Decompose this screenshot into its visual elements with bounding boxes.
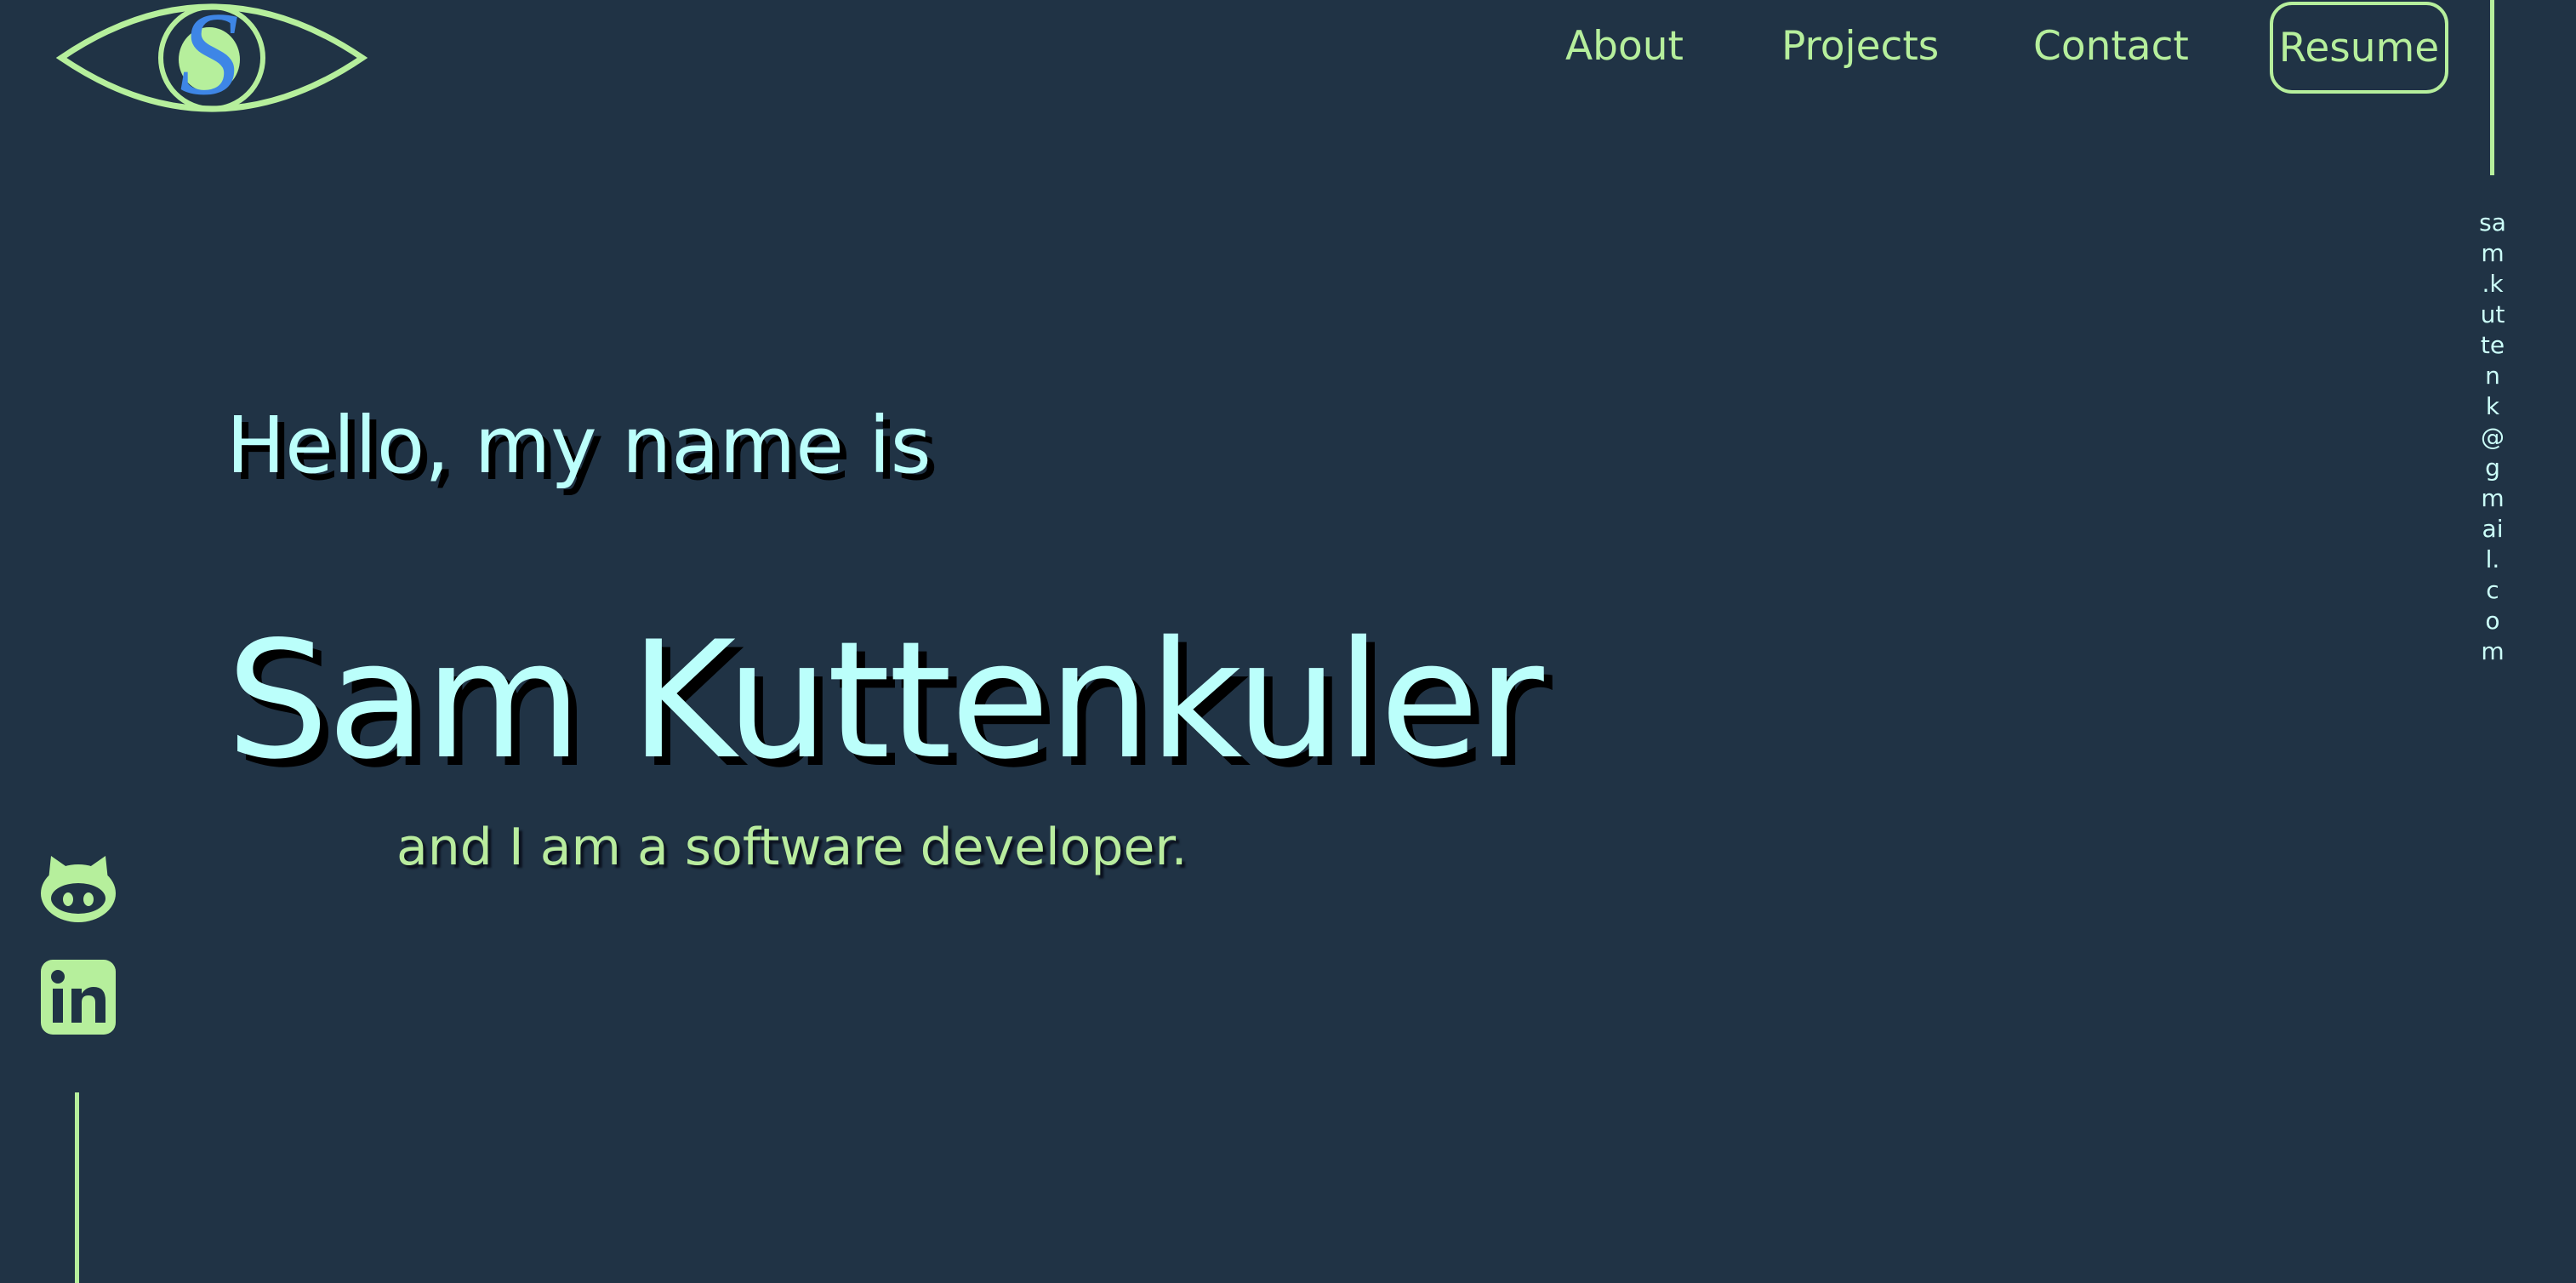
logo-letter: S	[180, 0, 239, 119]
nav-projects[interactable]: Projects	[1781, 19, 1939, 75]
linkedin-link[interactable]	[39, 958, 117, 1036]
logo[interactable]: S	[54, 0, 369, 119]
github-icon	[41, 856, 116, 922]
hero-greeting: Hello, my name is	[226, 400, 932, 491]
hero-tagline: and I am a software developer.	[396, 818, 1188, 877]
email-link[interactable]: sam.kuttenk@gmail.com	[2479, 208, 2506, 667]
resume-button[interactable]: Resume	[2270, 2, 2448, 94]
github-link[interactable]	[39, 851, 117, 929]
resume-button-label: Resume	[2278, 24, 2440, 71]
hero-name: Sam Kuttenkuler	[226, 607, 1544, 795]
right-divider-line	[2490, 0, 2494, 175]
linkedin-icon	[41, 960, 116, 1035]
nav-contact[interactable]: Contact	[2033, 19, 2189, 75]
nav-about[interactable]: About	[1565, 19, 1684, 75]
eye-icon: S	[55, 0, 368, 119]
left-divider-line	[75, 1092, 79, 1283]
